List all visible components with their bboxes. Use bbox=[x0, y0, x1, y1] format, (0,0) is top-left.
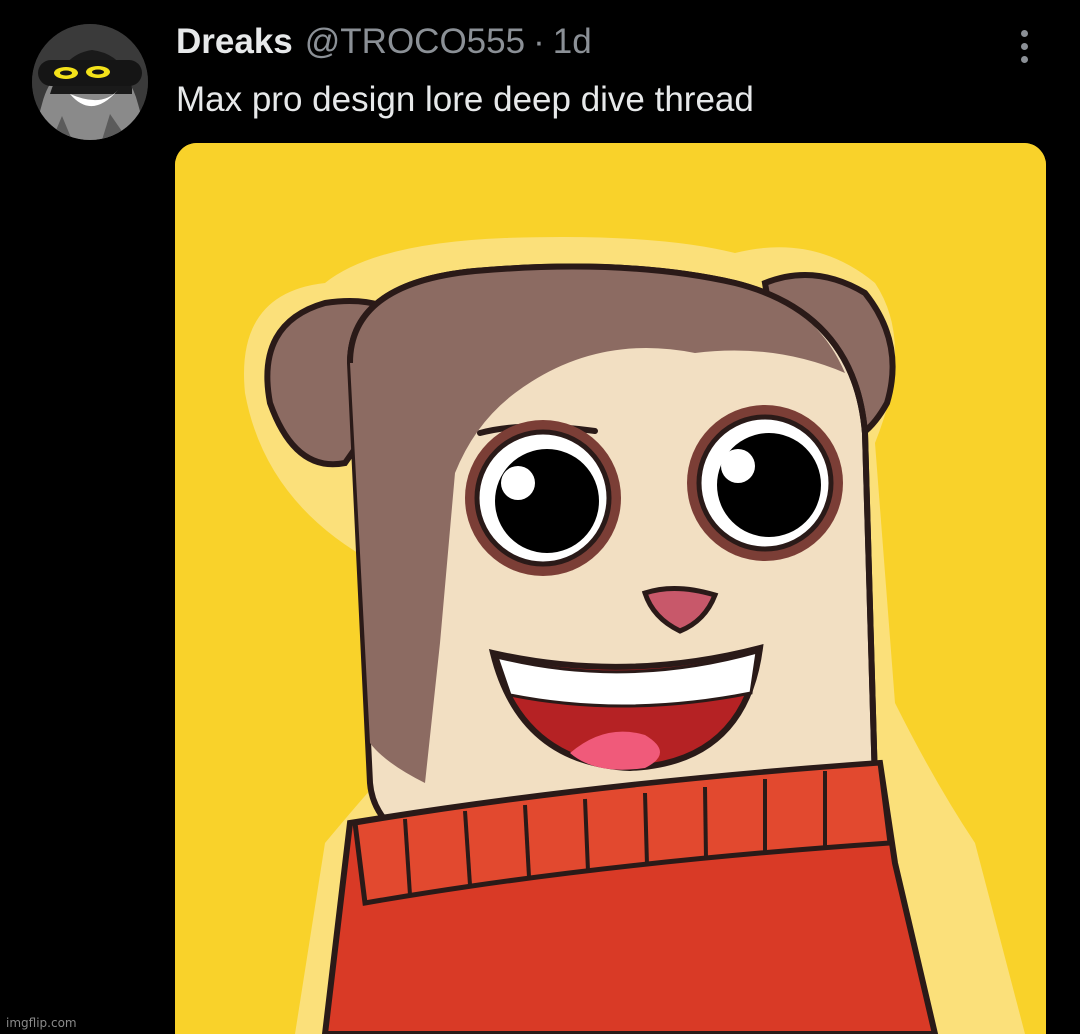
post-text: Max pro design lore deep dive thread bbox=[176, 80, 754, 119]
cartoon-bear-image bbox=[175, 143, 1046, 1034]
watermark-text: imgflip.com bbox=[6, 1016, 77, 1030]
masked-avatar-icon bbox=[32, 24, 148, 140]
post-media-image[interactable] bbox=[175, 143, 1046, 1034]
ellipsis-dot bbox=[1020, 42, 1028, 50]
ellipsis-dot bbox=[1020, 29, 1028, 37]
more-options-button[interactable] bbox=[1006, 26, 1042, 66]
user-handle[interactable]: @TROCO555 bbox=[305, 22, 525, 62]
post-header: Dreaks @TROCO555 · 1d bbox=[176, 22, 592, 62]
avatar[interactable] bbox=[32, 24, 148, 140]
ellipsis-dot bbox=[1020, 55, 1028, 63]
display-name[interactable]: Dreaks bbox=[176, 22, 293, 62]
post-timestamp[interactable]: 1d bbox=[553, 22, 592, 62]
tweet[interactable]: Dreaks @TROCO555 · 1d Max pro design lor… bbox=[0, 0, 1080, 1034]
separator-dot: · bbox=[533, 22, 545, 61]
